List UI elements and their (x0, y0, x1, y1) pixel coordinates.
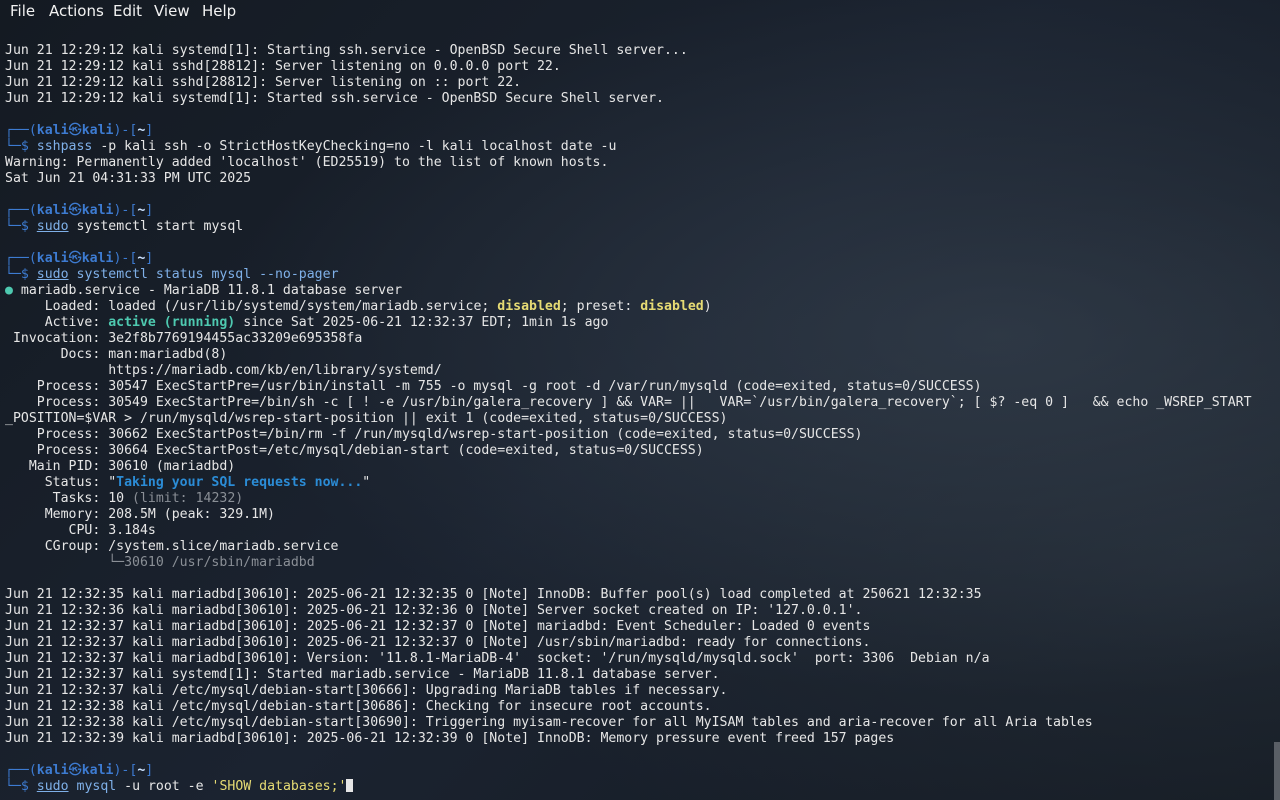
menu-help[interactable]: Help (202, 2, 236, 20)
service-process: _POSITION=$VAR > /run/mysqld/wsrep-start… (5, 411, 728, 426)
service-docs: Docs: man:mariadbd(8) (5, 347, 228, 362)
service-status: Status: "Taking your SQL requests now...… (5, 475, 371, 490)
service-process: Process: 30664 ExecStartPost=/etc/mysql/… (5, 443, 704, 458)
command-line: └─$ sudo systemctl start mysql (5, 219, 244, 234)
journal-line: Jun 21 12:32:39 kali mariadbd[30610]: 20… (5, 731, 895, 746)
service-invocation: Invocation: 3e2f8b7769194455ac33209e6953… (5, 331, 363, 346)
menu-file[interactable]: File (10, 2, 35, 20)
journal-line: Jun 21 12:32:37 kali mariadbd[30610]: 20… (5, 619, 871, 634)
menu-edit[interactable]: Edit (113, 2, 142, 20)
service-cgroup: CGroup: /system.slice/mariadb.service (5, 539, 339, 554)
service-process: Process: 30549 ExecStartPre=/bin/sh -c [… (5, 395, 1252, 410)
text-cursor (346, 779, 354, 792)
service-title: ● mariadb.service - MariaDB 11.8.1 datab… (5, 283, 403, 298)
prompt-header: ┌──(kali㉿kali)-[~] (5, 123, 154, 138)
prompt-header: ┌──(kali㉿kali)-[~] (5, 763, 154, 778)
output-line: Sat Jun 21 04:31:33 PM UTC 2025 (5, 171, 252, 186)
service-tasks: Tasks: 10 (limit: 14232) (5, 491, 244, 506)
service-loaded: Loaded: loaded (/usr/lib/systemd/system/… (5, 299, 712, 314)
terminal-menubar: File Actions Edit View Help (0, 0, 1280, 22)
terminal-output[interactable]: Jun 21 12:29:12 kali systemd[1]: Startin… (5, 43, 1275, 800)
service-process: Process: 30662 ExecStartPost=/bin/rm -f … (5, 427, 863, 442)
service-memory: Memory: 208.5M (peak: 329.1M) (5, 507, 275, 522)
journal-line: Jun 21 12:32:37 kali mariadbd[30610]: Ve… (5, 651, 990, 666)
log-line: Jun 21 12:29:12 kali sshd[28812]: Server… (5, 59, 561, 74)
journal-line: Jun 21 12:32:38 kali /etc/mysql/debian-s… (5, 699, 712, 714)
service-cgroup-child: └─30610 /usr/sbin/mariadbd (5, 555, 315, 570)
log-line: Jun 21 12:29:12 kali sshd[28812]: Server… (5, 75, 522, 90)
menu-view[interactable]: View (154, 2, 190, 20)
terminal-scrollbar[interactable] (1274, 742, 1280, 800)
menu-actions[interactable]: Actions (49, 2, 104, 20)
log-line: Jun 21 12:29:12 kali systemd[1]: Started… (5, 91, 664, 106)
command-line: └─$ sudo systemctl status mysql --no-pag… (5, 267, 339, 282)
journal-line: Jun 21 12:32:36 kali mariadbd[30610]: 20… (5, 603, 863, 618)
command-input-line[interactable]: └─$ sudo mysql -u root -e 'SHOW database… (5, 779, 354, 795)
prompt-header: ┌──(kali㉿kali)-[~] (5, 251, 154, 266)
service-active: Active: active (running) since Sat 2025-… (5, 315, 609, 330)
journal-line: Jun 21 12:32:35 kali mariadbd[30610]: 20… (5, 587, 982, 602)
journal-line: Jun 21 12:32:38 kali /etc/mysql/debian-s… (5, 715, 1093, 730)
log-line: Jun 21 12:29:12 kali systemd[1]: Startin… (5, 43, 688, 58)
journal-line: Jun 21 12:32:37 kali mariadbd[30610]: 20… (5, 635, 871, 650)
output-line: Warning: Permanently added 'localhost' (… (5, 155, 609, 170)
prompt-header: ┌──(kali㉿kali)-[~] (5, 203, 154, 218)
journal-line: Jun 21 12:32:37 kali systemd[1]: Started… (5, 667, 720, 682)
command-line: └─$ sshpass -p kali ssh -o StrictHostKey… (5, 139, 617, 154)
service-docs-url: https://mariadb.com/kb/en/library/system… (5, 363, 442, 378)
journal-line: Jun 21 12:32:37 kali /etc/mysql/debian-s… (5, 683, 728, 698)
service-cpu: CPU: 3.184s (5, 523, 156, 538)
service-mainpid: Main PID: 30610 (mariadbd) (5, 459, 236, 474)
service-process: Process: 30547 ExecStartPre=/usr/bin/ins… (5, 379, 982, 394)
